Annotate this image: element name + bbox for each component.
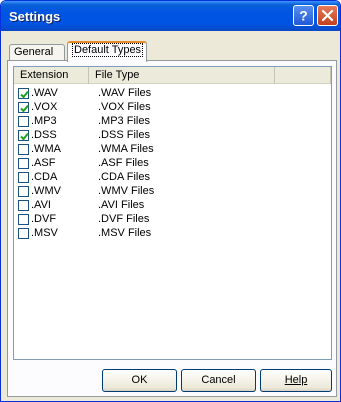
extension-cell: .MSV — [31, 227, 58, 239]
column-header-filler — [275, 67, 331, 84]
close-button[interactable] — [317, 5, 338, 26]
file-type-cell: .CDA Files — [98, 171, 150, 183]
file-type-list[interactable]: Extension File Type .WAV .WAV Files .VOX .V… — [13, 66, 332, 360]
file-type-cell: .WAV Files — [98, 87, 152, 99]
question-mark-icon: ? — [299, 8, 308, 23]
help-title-button[interactable]: ? — [293, 5, 314, 26]
tab-panel-default-types: Extension File Type .WAV .WAV Files .VOX .V… — [7, 60, 337, 397]
checkmark-icon — [20, 104, 29, 113]
svg-text:?: ? — [299, 8, 308, 23]
column-header-file-type[interactable]: File Type — [89, 67, 275, 84]
ok-button[interactable]: OK — [102, 369, 177, 392]
checkmark-icon — [20, 90, 29, 99]
file-type-cell: .DVF Files — [98, 213, 150, 225]
extension-cell: .DVF — [31, 213, 57, 225]
cancel-button[interactable]: Cancel — [181, 369, 256, 392]
checkbox[interactable] — [18, 214, 29, 225]
file-type-cell: .MSV Files — [98, 227, 152, 239]
tab-default-types-label: Default Types — [72, 43, 144, 57]
extension-cell: .VOX — [31, 101, 58, 113]
extension-cell: .AVI — [31, 199, 51, 211]
file-type-cell: .WMV Files — [98, 185, 155, 197]
help-button-label: Help — [284, 374, 308, 386]
checkbox[interactable] — [18, 228, 29, 239]
extension-cell: .DSS — [31, 129, 57, 141]
checkbox[interactable] — [18, 186, 29, 197]
checkbox[interactable] — [18, 144, 29, 155]
window-title: Settings — [9, 9, 61, 24]
dialog-client-area: General Default Types Extension File Typ… — [5, 31, 337, 399]
title-bar[interactable]: Settings ? — [1, 1, 340, 31]
checkbox[interactable] — [18, 172, 29, 183]
file-type-cell: .VOX Files — [98, 101, 151, 113]
help-button[interactable]: Help — [260, 369, 332, 392]
checkbox[interactable] — [18, 200, 29, 211]
list-header: Extension File Type — [14, 67, 331, 84]
checkbox[interactable] — [18, 116, 29, 127]
file-type-cell: .MP3 Files — [98, 115, 150, 127]
extension-cell: .WMV — [31, 185, 61, 197]
checkbox[interactable] — [18, 158, 29, 169]
checkmark-icon — [20, 132, 29, 141]
column-header-extension[interactable]: Extension — [14, 67, 89, 84]
extension-cell: .WMA — [31, 143, 61, 155]
checkbox[interactable] — [18, 102, 29, 113]
checkbox[interactable] — [18, 130, 29, 141]
checkbox[interactable] — [18, 88, 29, 99]
tab-general[interactable]: General — [9, 44, 65, 61]
extension-cell: .CDA — [31, 171, 58, 183]
file-type-cell: .DSS Files — [98, 129, 150, 141]
extension-cell: .MP3 — [31, 115, 57, 127]
tab-default-types[interactable]: Default Types — [67, 41, 147, 62]
tab-general-label: General — [14, 46, 54, 58]
file-type-cell: .WMA Files — [98, 143, 154, 155]
close-icon — [321, 9, 334, 22]
file-type-cell: .ASF Files — [98, 157, 149, 169]
extension-cell: .ASF — [31, 157, 56, 169]
extension-cell: .WAV — [31, 87, 58, 99]
file-type-cell: .AVI Files — [98, 199, 145, 211]
settings-window: Settings ? General Default Types Extensi… — [0, 0, 341, 402]
